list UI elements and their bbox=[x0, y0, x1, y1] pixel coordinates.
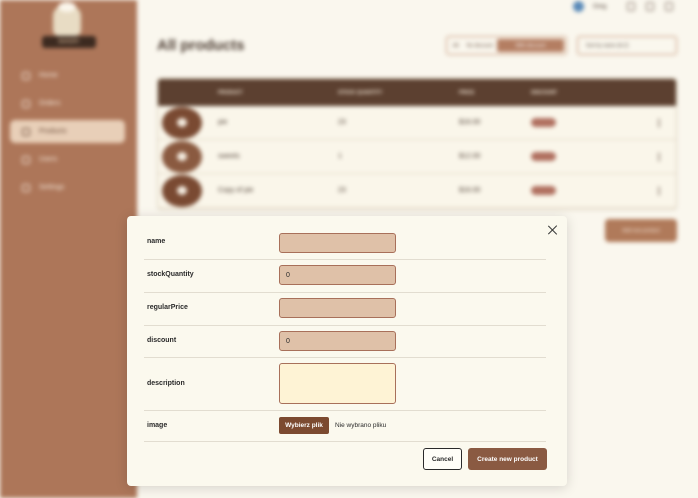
product-image bbox=[162, 141, 202, 173]
product-name: Copy of pie bbox=[218, 187, 254, 194]
sidebar-item-products[interactable]: Products bbox=[10, 120, 125, 143]
price: $16.00 bbox=[459, 187, 481, 194]
field-label: image bbox=[147, 422, 168, 429]
stock-quantity: 23 bbox=[338, 119, 346, 126]
sidebar-item-settings[interactable]: Settings bbox=[10, 176, 125, 199]
field-label: regularPrice bbox=[147, 304, 188, 311]
home-icon bbox=[22, 71, 30, 80]
logo-text: BAKERY bbox=[42, 36, 96, 48]
discount-badge bbox=[531, 186, 556, 195]
price: $12.00 bbox=[459, 153, 481, 160]
sidebar-item-label: Products bbox=[39, 128, 67, 135]
products-icon bbox=[22, 127, 30, 136]
file-status: Nie wybrano pliku bbox=[335, 422, 387, 429]
sidebar-nav: Home Orders Products Users Settings bbox=[10, 64, 125, 204]
logout-icon[interactable] bbox=[665, 2, 673, 11]
add-new-product-button[interactable]: Add new product bbox=[605, 219, 677, 242]
choose-file-button[interactable]: Wybierz plik bbox=[279, 417, 329, 434]
filter-all[interactable]: All bbox=[449, 39, 463, 52]
avatar bbox=[573, 1, 584, 12]
user-menu[interactable]: Greg bbox=[573, 1, 606, 12]
form-row-regular-price: regularPrice bbox=[144, 293, 546, 326]
form-row-image: image Wybierz plik Nie wybrano pliku bbox=[144, 411, 546, 442]
discount-input[interactable] bbox=[279, 331, 396, 351]
sidebar-item-home[interactable]: Home bbox=[10, 64, 125, 87]
discount-filter: All No discount With discount bbox=[446, 36, 567, 55]
column-header: STOCK QUANTITY bbox=[338, 89, 383, 96]
form-row-description: description bbox=[144, 358, 546, 411]
page-title: All products bbox=[157, 37, 245, 54]
gear-icon bbox=[22, 183, 30, 192]
table-row[interactable]: Copy of pie 23 $16.00 bbox=[158, 174, 676, 208]
sidebar-item-label: Home bbox=[39, 72, 58, 79]
product-name: pie bbox=[218, 119, 228, 126]
sidebar-item-label: Orders bbox=[39, 100, 61, 107]
sidebar-item-orders[interactable]: Orders bbox=[10, 92, 125, 115]
field-label: stockQuantity bbox=[147, 271, 194, 278]
coffee-cup-icon bbox=[53, 2, 81, 36]
users-icon bbox=[22, 155, 30, 164]
stock-quantity-input[interactable] bbox=[279, 265, 396, 285]
create-product-button[interactable]: Create new product bbox=[468, 448, 547, 470]
user-name: Greg bbox=[593, 3, 607, 10]
product-image bbox=[162, 175, 202, 207]
column-header: PRODUCT bbox=[218, 89, 243, 96]
discount-badge bbox=[531, 152, 556, 161]
sidebar-item-label: Users bbox=[39, 156, 58, 163]
product-image bbox=[162, 107, 202, 139]
create-product-modal: name stockQuantity regularPrice discount… bbox=[127, 216, 567, 486]
stock-quantity: 1 bbox=[338, 153, 342, 160]
close-icon[interactable] bbox=[548, 225, 558, 235]
form-row-stock: stockQuantity bbox=[144, 260, 546, 293]
bakery-logo: BAKERY bbox=[42, 2, 96, 48]
more-options-icon[interactable] bbox=[658, 186, 660, 195]
orders-icon bbox=[22, 99, 30, 108]
more-options-icon[interactable] bbox=[658, 152, 660, 161]
table-row[interactable]: pie 23 $16.00 bbox=[158, 106, 676, 140]
form-row-name: name bbox=[144, 229, 546, 260]
product-name: sweets bbox=[218, 153, 240, 160]
user-icon[interactable] bbox=[627, 2, 635, 11]
field-label: discount bbox=[147, 337, 177, 344]
sidebar-item-label: Settings bbox=[39, 184, 65, 191]
topbar: Greg bbox=[137, 0, 698, 16]
discount-badge bbox=[531, 118, 556, 127]
filter-no-discount[interactable]: No discount bbox=[463, 39, 497, 52]
stock-quantity: 23 bbox=[338, 187, 346, 194]
table-row[interactable]: sweets 1 $12.00 bbox=[158, 140, 676, 174]
sidebar: BAKERY Home Orders Products Users Settin… bbox=[0, 0, 137, 498]
column-header: PRICE bbox=[459, 89, 475, 96]
cancel-button[interactable]: Cancel bbox=[423, 448, 462, 470]
name-input[interactable] bbox=[279, 233, 396, 253]
sidebar-item-users[interactable]: Users bbox=[10, 148, 125, 171]
phone-icon[interactable] bbox=[646, 2, 654, 11]
regular-price-input[interactable] bbox=[279, 298, 396, 318]
field-label: name bbox=[147, 238, 166, 245]
form-row-discount: discount bbox=[144, 326, 546, 358]
filter-with-discount[interactable]: With discount bbox=[496, 39, 564, 52]
column-header: DISCOUNT bbox=[531, 89, 558, 96]
field-label: description bbox=[147, 380, 185, 387]
sort-select[interactable]: Sort by name (A-Z) bbox=[577, 36, 677, 55]
description-textarea[interactable] bbox=[279, 363, 396, 404]
products-table: PRODUCT STOCK QUANTITY PRICE DISCOUNT pi… bbox=[157, 78, 677, 210]
price: $16.00 bbox=[459, 119, 481, 126]
table-header: PRODUCT STOCK QUANTITY PRICE DISCOUNT bbox=[158, 79, 676, 106]
more-options-icon[interactable] bbox=[658, 118, 660, 127]
